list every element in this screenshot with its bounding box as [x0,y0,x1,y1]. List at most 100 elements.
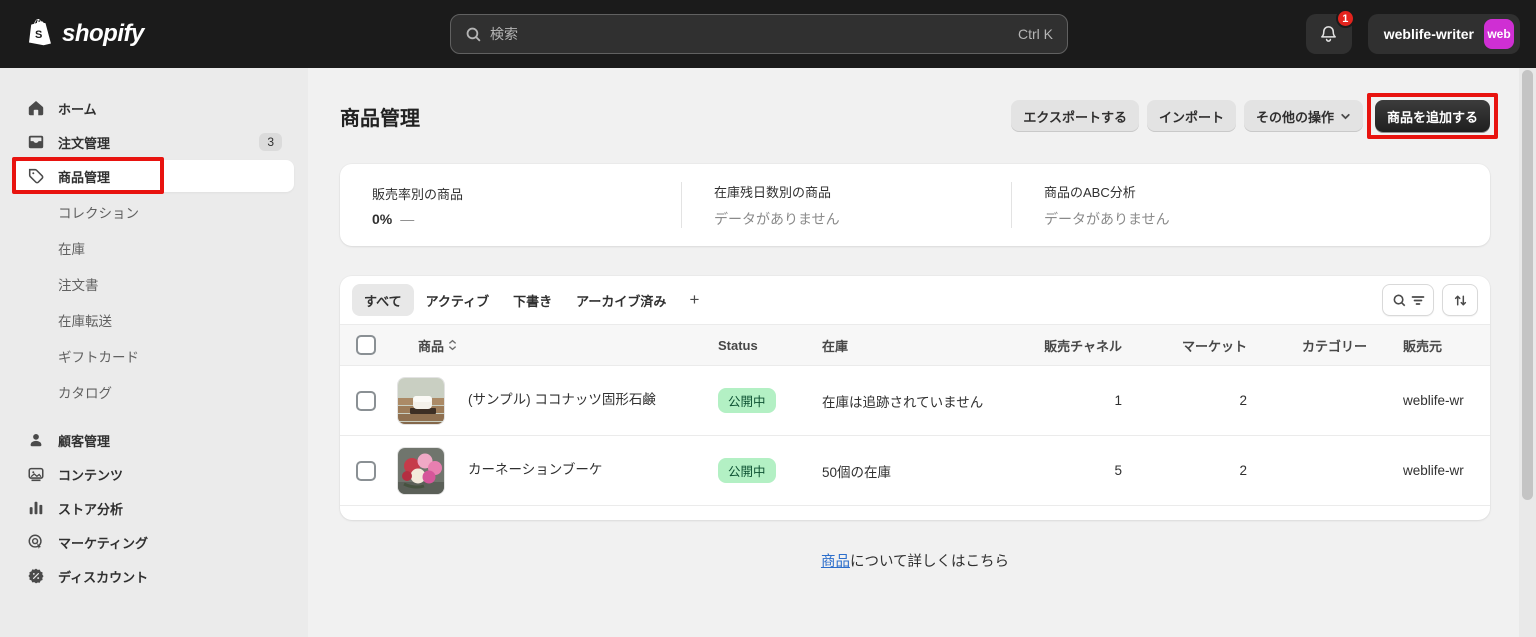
sidebar-item-catalogs[interactable]: カタログ [14,374,294,410]
discount-badge-icon [26,567,46,585]
inventory-cell: 在庫は追跡されていません [822,394,984,410]
page-title: 商品管理 [340,107,420,130]
sidebar-item-label: マーケティング [58,535,148,551]
page-header: 商品管理 エクスポートする インポート その他の操作 商品を追加する [340,93,1498,139]
sidebar-sub-label: コレクション [58,206,139,221]
column-header-inventory: 在庫 [822,336,1022,355]
search-shortcut: Ctrl K [1018,26,1053,42]
tab-all[interactable]: すべて [352,284,414,316]
sort-arrows-icon [1453,293,1468,308]
sidebar-item-label: 商品管理 [58,169,111,185]
inventory-cell: 50個の在庫 [822,464,892,480]
account-menu[interactable]: weblife-writer web [1367,14,1520,54]
sidebar-item-discounts[interactable]: ディスカウント [14,560,294,592]
table-tabs: すべて アクティブ 下書き アーカイブ済み + [340,276,1490,324]
more-actions-label: その他の操作 [1255,109,1334,125]
stat-trend-dash: — [400,210,415,227]
search-icon [1392,293,1407,308]
global-search[interactable]: Ctrl K [450,14,1068,54]
product-name-link[interactable]: カーネーションブーケ [468,460,718,480]
plus-icon: + [689,290,700,309]
column-label: 販売元 [1403,338,1443,354]
shopify-bag-icon: S [24,17,54,51]
search-filter-button[interactable] [1382,284,1434,316]
row-checkbox[interactable] [356,460,376,481]
bell-icon [1319,24,1338,44]
tab-draft[interactable]: 下書き [501,284,564,316]
orders-count-badge: 3 [259,133,282,151]
column-label: カテゴリー [1301,338,1367,354]
column-header-product[interactable]: 商品 [388,336,718,355]
sidebar-item-label: 注文管理 [58,135,111,151]
tab-label: すべて [364,293,402,309]
main-content: 商品管理 エクスポートする インポート その他の操作 商品を追加する 販売率別の… [308,68,1536,637]
tab-label: アクティブ [425,293,490,309]
column-label: Status [718,337,758,353]
column-header-category: カテゴリー [1247,336,1367,355]
add-product-button[interactable]: 商品を追加する [1374,100,1490,132]
import-button[interactable]: インポート [1146,100,1236,132]
products-help-link[interactable]: 商品 [821,554,850,570]
column-header-markets: マーケット [1122,336,1247,355]
sidebar-sub-label: カタログ [58,386,112,401]
sidebar-sub-label: 在庫転送 [58,314,112,329]
sales-channels-cell: 1 [1114,393,1122,408]
sidebar-item-purchase-orders[interactable]: 注文書 [14,266,294,302]
stat-label: 商品のABC分析 [1044,184,1136,200]
sidebar-item-content[interactable]: コンテンツ [14,458,294,490]
tab-archived[interactable]: アーカイブ済み [564,284,678,316]
export-button[interactable]: エクスポートする [1011,100,1139,132]
sidebar-item-customers[interactable]: 顧客管理 [14,424,294,456]
shopify-logo[interactable]: S shopify [24,17,144,51]
sidebar-item-marketing[interactable]: マーケティング [14,526,294,558]
filter-icon [1411,293,1425,307]
select-all-checkbox[interactable] [356,335,376,355]
tab-label: アーカイブ済み [576,293,667,309]
notifications-button[interactable]: 1 [1305,9,1355,54]
markets-cell: 2 [1239,463,1247,478]
sidebar-item-inventory[interactable]: 在庫 [14,230,294,266]
sidebar-item-orders[interactable]: 注文管理 3 [14,126,294,158]
sidebar-item-collections[interactable]: コレクション [14,194,294,230]
sidebar-item-label: ストア分析 [58,501,124,517]
table-row[interactable]: (サンプル) ココナッツ固形石鹸 公開中 在庫は追跡されていません 1 2 we… [340,366,1490,436]
tab-active[interactable]: アクティブ [414,284,502,316]
content-image-icon [26,465,46,483]
stat-value: データがありません [1044,210,1170,227]
search-input[interactable] [490,26,1010,42]
sidebar-item-label: 顧客管理 [58,433,111,449]
row-checkbox[interactable] [356,390,376,411]
product-name-link[interactable]: (サンプル) ココナッツ固形石鹸 [468,390,718,410]
status-badge: 公開中 [718,458,776,483]
sidebar-item-home[interactable]: ホーム [14,92,294,124]
header-actions: エクスポートする インポート その他の操作 商品を追加する [1011,93,1498,139]
person-icon [26,431,46,449]
sidebar-sub-label: 在庫 [58,242,85,257]
add-view-button[interactable]: + [678,284,710,316]
window-scrollbar[interactable] [1519,68,1536,637]
product-insights-card: 販売率別の商品 0% — 在庫残日数別の商品 データがありません 商品のABC分析… [340,164,1490,246]
column-label: マーケット [1181,338,1247,354]
target-cursor-icon [26,533,46,551]
sidebar-item-products[interactable]: 商品管理 [12,157,294,194]
stat-value: 0% [372,210,393,227]
product-image [397,446,445,495]
scrollbar-thumb[interactable] [1522,70,1533,500]
more-actions-button[interactable]: その他の操作 [1243,100,1363,132]
sidebar-item-analytics[interactable]: ストア分析 [14,492,294,524]
footer-text: について詳しくはこちら [849,554,1010,570]
sort-button[interactable] [1442,284,1478,316]
column-label: 販売チャネル [1044,338,1122,354]
stat-sell-through[interactable]: 販売率別の商品 0% — [340,182,681,228]
shopify-wordmark: shopify [62,20,144,47]
stat-days-of-inventory[interactable]: 在庫残日数別の商品 データがありません [681,182,1011,228]
product-image [397,376,445,425]
sidebar-item-label: ホーム [58,101,97,117]
sidebar-item-gift-cards[interactable]: ギフトカード [14,338,294,374]
stat-abc-analysis[interactable]: 商品のABC分析 データがありません [1011,182,1490,228]
table-header-row: 商品 Status 在庫 販売チャネル マーケット カテゴリー 販売元 [340,324,1490,366]
sidebar-item-transfers[interactable]: 在庫転送 [14,302,294,338]
table-row[interactable]: カーネーションブーケ 公開中 50個の在庫 5 2 weblife-wr [340,436,1490,506]
topbar-right: 1 weblife-writer web [1305,9,1520,54]
sort-carets-icon [448,339,457,351]
